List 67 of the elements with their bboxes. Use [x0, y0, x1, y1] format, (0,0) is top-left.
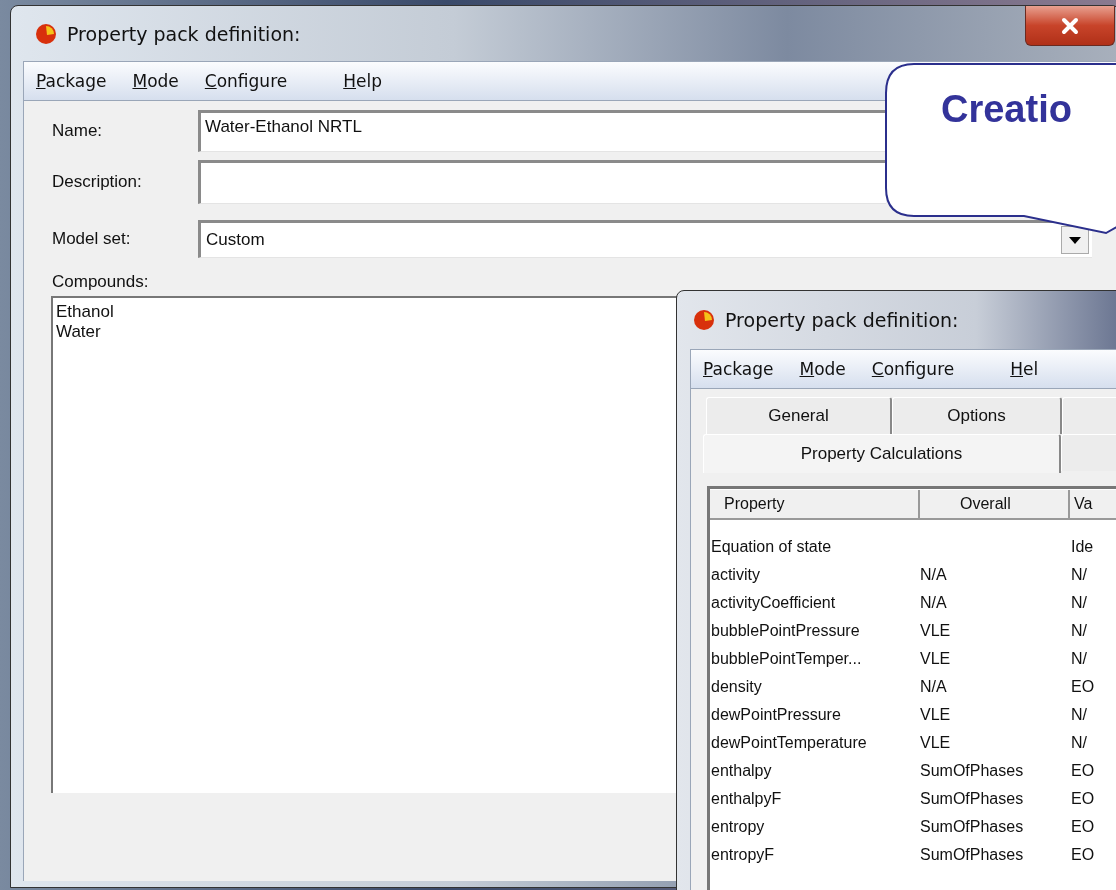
table-cell-text: enthalpy: [710, 762, 773, 780]
table-cell-text: dewPointTemperature: [710, 734, 868, 752]
table-cell-text: bubblePointTemper...: [710, 650, 863, 668]
dropdown-button[interactable]: [1061, 226, 1089, 254]
table-cell-text: EO: [1070, 678, 1096, 696]
table-cell-text: N/: [1070, 566, 1088, 584]
table-cell-text: SumOfPhases: [920, 846, 1025, 864]
table-cell-text: N/A: [920, 566, 948, 584]
caret-icon: [1069, 236, 1081, 244]
menu-item[interactable]: Mode: [132, 71, 179, 91]
table-cell-text: VLE: [920, 734, 952, 752]
table-cell-text: N/: [1070, 594, 1088, 612]
table-cell-text: entropy: [710, 818, 766, 836]
close-button[interactable]: [1025, 6, 1115, 46]
model-set-dropdown[interactable]: Custom: [198, 220, 1092, 258]
table-cell-text: entropyF: [710, 846, 776, 864]
table-cell-text: EO: [1070, 762, 1096, 780]
table-cell-text: EO: [1070, 818, 1096, 836]
window-title: Property pack definition:: [67, 22, 301, 45]
column-header[interactable]: Va: [1070, 490, 1116, 520]
table-cell-text: enthalpyF: [710, 790, 783, 808]
table-cell-text: activityCoefficient: [710, 594, 837, 612]
table-cell-text: VLE: [920, 622, 952, 640]
menu-item[interactable]: Mode: [799, 359, 846, 379]
window-title: Property pack definition:: [725, 309, 959, 331]
table-cell-text: activity: [710, 566, 761, 584]
callout-text: Creatio: [941, 88, 1072, 131]
table-cell-text: Equation of state: [710, 538, 833, 556]
name-field[interactable]: Water-Ethanol NRTL: [198, 110, 886, 152]
menu-item[interactable]: Package: [703, 359, 774, 379]
field-label: Compounds:: [52, 272, 150, 292]
table-cell-text: SumOfPhases: [920, 790, 1025, 808]
tab[interactable]: Options: [892, 397, 1062, 434]
description-field[interactable]: [198, 160, 886, 204]
menu-item[interactable]: Package: [36, 71, 107, 91]
menu-item[interactable]: Hel: [1010, 359, 1039, 379]
field-label: Name:: [52, 121, 104, 141]
tab[interactable]: Property Calculations: [703, 434, 1061, 473]
column-header[interactable]: Overall: [920, 490, 1070, 520]
field-label: Description:: [52, 172, 143, 192]
list-item[interactable]: Water: [56, 322, 101, 342]
table-cell-text: VLE: [920, 650, 952, 668]
table-cell-text: N/: [1070, 622, 1088, 640]
table-cell-text: Ide: [1070, 538, 1095, 556]
table-cell-text: N/: [1070, 734, 1088, 752]
column-header[interactable]: Property: [710, 490, 920, 520]
table-cell-text: bubblePointPressure: [710, 622, 861, 640]
table-cell-text: SumOfPhases: [920, 762, 1025, 780]
table-cell-text: N/: [1070, 650, 1088, 668]
menu-item[interactable]: Help: [343, 71, 382, 91]
app-logo-icon: [35, 22, 57, 45]
table-cell-text: density: [710, 678, 763, 696]
menu-item[interactable]: Configure: [204, 71, 288, 91]
table-cell-text: dewPointPressure: [710, 706, 842, 724]
table-cell-text: N/: [1070, 706, 1088, 724]
app-logo-icon: [693, 309, 715, 331]
tab[interactable]: General: [706, 397, 892, 434]
table-cell-text: N/A: [920, 678, 948, 696]
field-label: Model set:: [52, 229, 132, 249]
table-cell-text: EO: [1070, 790, 1096, 808]
table-cell-text: EO: [1070, 846, 1096, 864]
table-cell-text: N/A: [920, 594, 948, 612]
table-cell-text: VLE: [920, 706, 952, 724]
menu-item[interactable]: Configure: [871, 359, 955, 379]
list-item[interactable]: Ethanol: [56, 302, 114, 322]
close-icon: [1061, 16, 1079, 35]
table-cell-text: SumOfPhases: [920, 818, 1025, 836]
